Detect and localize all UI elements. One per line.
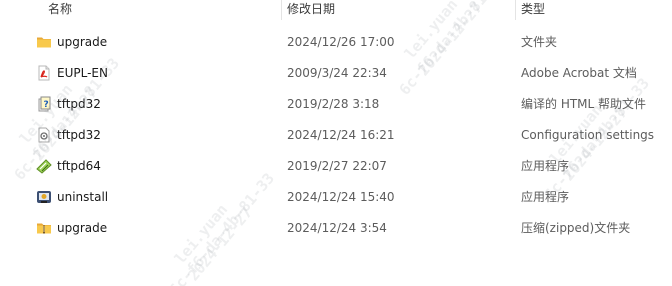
help-file-icon: ? bbox=[36, 96, 52, 112]
file-date: 2024/12/26 17:00 bbox=[287, 35, 395, 49]
file-date: 2024/12/24 16:21 bbox=[287, 128, 395, 142]
file-type: Configuration settings bbox=[521, 128, 655, 142]
file-row[interactable]: upgrade 2024/12/26 17:00 文件夹 bbox=[0, 27, 672, 58]
file-date: 2024/12/24 15:40 bbox=[287, 190, 395, 204]
zip-folder-icon bbox=[36, 220, 52, 236]
file-row[interactable]: ? tftpd32 2019/2/28 3:18 编译的 HTML 帮助文件 bbox=[0, 89, 672, 120]
column-header: 名称 修改日期 类型 bbox=[0, 0, 672, 20]
file-type: 文件夹 bbox=[521, 35, 558, 49]
file-type: 应用程序 bbox=[521, 159, 570, 173]
column-header-name[interactable]: 名称 bbox=[42, 0, 72, 20]
pdf-icon bbox=[36, 65, 52, 81]
application-icon bbox=[36, 158, 52, 174]
config-file-icon bbox=[36, 127, 52, 143]
file-name: upgrade bbox=[57, 35, 108, 49]
file-date: 2019/2/28 3:18 bbox=[287, 97, 380, 111]
file-row[interactable]: upgrade 2024/12/24 3:54 压缩(zipped)文件夹 bbox=[0, 213, 672, 244]
file-name: uninstall bbox=[57, 190, 109, 204]
svg-text:?: ? bbox=[44, 100, 49, 110]
file-row[interactable]: EUPL-EN 2009/3/24 22:34 Adobe Acrobat 文档 bbox=[0, 58, 672, 89]
column-header-date[interactable]: 修改日期 bbox=[281, 0, 335, 20]
file-type: Adobe Acrobat 文档 bbox=[521, 66, 637, 80]
file-row[interactable]: tftpd32 2024/12/24 16:21 Configuration s… bbox=[0, 120, 672, 151]
file-name: EUPL-EN bbox=[57, 66, 108, 80]
uninstaller-icon bbox=[36, 189, 52, 205]
file-name: tftpd64 bbox=[57, 159, 101, 173]
file-row[interactable]: tftpd64 2019/2/27 22:07 应用程序 bbox=[0, 151, 672, 182]
file-type: 编译的 HTML 帮助文件 bbox=[521, 97, 647, 111]
file-name: tftpd32 bbox=[57, 97, 101, 111]
file-row[interactable]: uninstall 2024/12/24 15:40 应用程序 bbox=[0, 182, 672, 213]
file-name: upgrade bbox=[57, 221, 108, 235]
file-date: 2009/3/24 22:34 bbox=[287, 66, 387, 80]
file-date: 2024/12/24 3:54 bbox=[287, 221, 387, 235]
file-name: tftpd32 bbox=[57, 128, 101, 142]
file-type: 应用程序 bbox=[521, 190, 570, 204]
file-date: 2019/2/27 22:07 bbox=[287, 159, 387, 173]
file-type: 压缩(zipped)文件夹 bbox=[521, 221, 631, 235]
folder-icon bbox=[36, 34, 52, 50]
column-header-type[interactable]: 类型 bbox=[515, 0, 545, 20]
